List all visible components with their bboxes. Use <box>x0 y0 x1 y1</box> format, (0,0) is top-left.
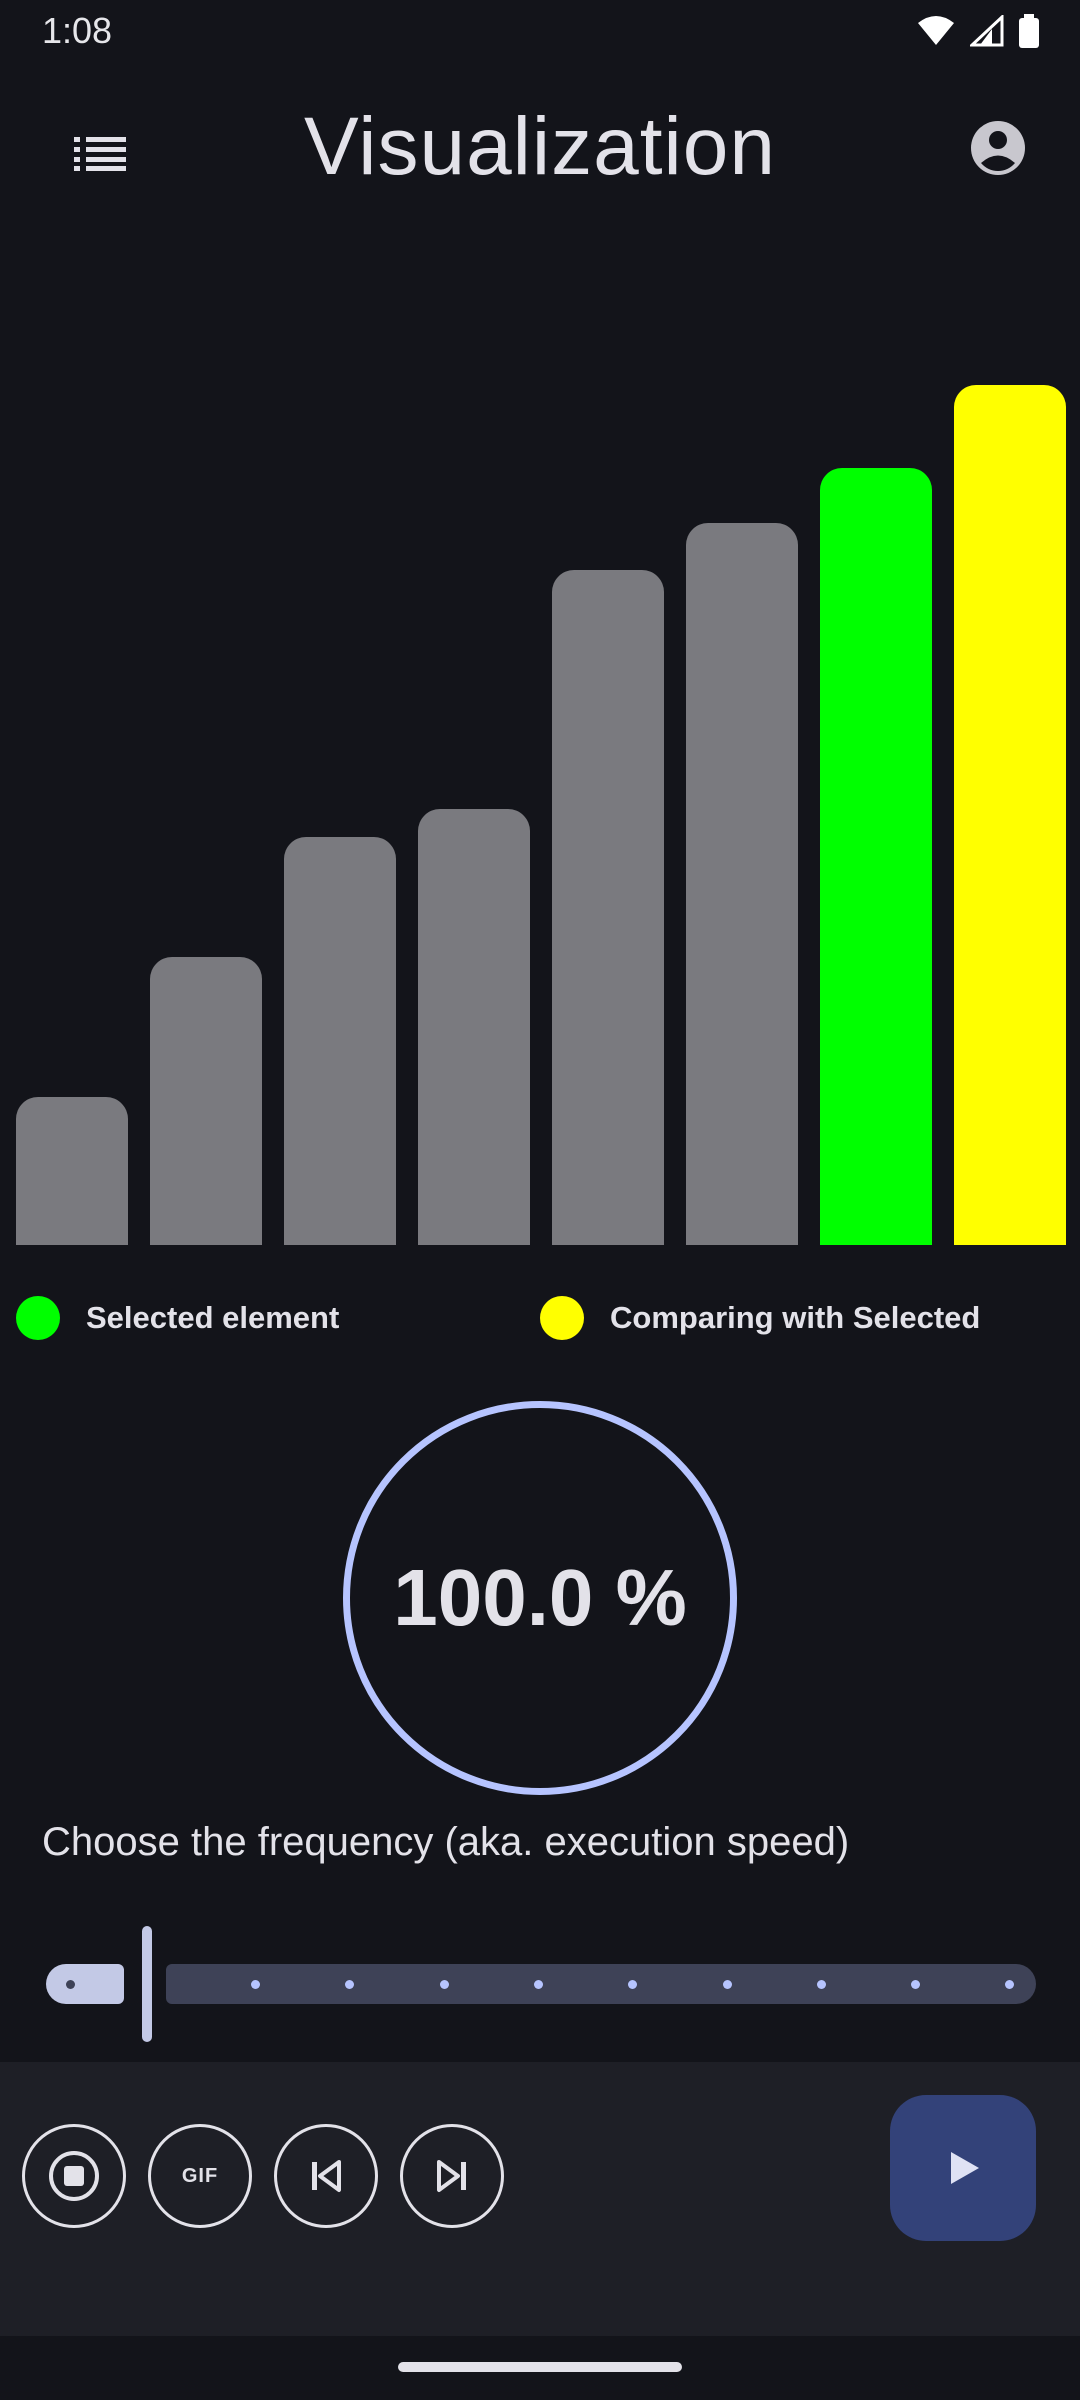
play-button[interactable] <box>890 2095 1036 2241</box>
gif-button[interactable]: GIF <box>148 2124 252 2228</box>
slider-inactive-track[interactable] <box>166 1964 1036 2004</box>
chart-bar <box>150 957 262 1245</box>
play-icon <box>951 2152 979 2184</box>
slider-tick <box>911 1980 921 1989</box>
app-bar: Visualization <box>0 80 1080 210</box>
chart-bar <box>954 385 1066 1245</box>
wifi-icon <box>916 15 956 52</box>
next-step-button[interactable] <box>400 2124 504 2228</box>
chart-bar <box>552 570 664 1245</box>
status-bar: 1:08 <box>0 0 1080 62</box>
frequency-slider[interactable] <box>46 1924 1036 2042</box>
stop-icon <box>49 2151 99 2201</box>
chart-bar <box>686 523 798 1245</box>
legend-selected: Selected element <box>16 1296 339 1340</box>
slider-active-track <box>46 1964 124 2004</box>
chart-bar <box>820 468 932 1245</box>
legend-selected-dot <box>16 1296 60 1340</box>
legend: Selected element Comparing with Selected <box>0 1296 1080 1342</box>
previous-step-button[interactable] <box>274 2124 378 2228</box>
slider-tick <box>722 1980 732 1989</box>
slider-tick <box>816 1980 826 1989</box>
slider-handle[interactable] <box>142 1926 152 2042</box>
progress-percent: 100.0 % <box>393 1553 687 1642</box>
battery-icon <box>1018 14 1040 53</box>
slider-tick <box>345 1980 355 1989</box>
status-time: 1:08 <box>42 10 113 51</box>
bottom-control-bar: GIF <box>0 2062 1080 2336</box>
skip-previous-icon <box>312 2160 341 2192</box>
home-indicator[interactable] <box>398 2362 682 2372</box>
chart-bar <box>418 809 530 1245</box>
legend-comparing-label: Comparing with Selected <box>610 1300 981 1335</box>
legend-comparing: Comparing with Selected <box>540 1296 980 1340</box>
chart-bar <box>16 1097 128 1245</box>
status-icons <box>916 13 1040 53</box>
cell-signal-icon <box>968 13 1004 52</box>
legend-comparing-dot <box>540 1296 584 1340</box>
gif-icon: GIF <box>181 2164 219 2187</box>
skip-next-icon <box>437 2160 466 2192</box>
slider-tick <box>251 1980 260 1989</box>
progress-ring: 100.0 % <box>343 1401 737 1795</box>
slider-tick <box>439 1980 449 1989</box>
legend-selected-label: Selected element <box>86 1300 340 1335</box>
account-circle-icon <box>971 121 1025 175</box>
slider-tick <box>1005 1980 1015 1989</box>
slider-tick <box>628 1980 638 1989</box>
frequency-label: Choose the frequency (aka. execution spe… <box>42 1820 850 1864</box>
account-button[interactable] <box>966 116 1030 180</box>
page-title: Visualization <box>304 101 776 192</box>
slider-tick <box>533 1980 543 1989</box>
chart-bar <box>284 837 396 1245</box>
bar-chart <box>0 360 1080 1245</box>
slider-tick <box>66 1980 75 1989</box>
stop-button[interactable] <box>22 2124 126 2228</box>
